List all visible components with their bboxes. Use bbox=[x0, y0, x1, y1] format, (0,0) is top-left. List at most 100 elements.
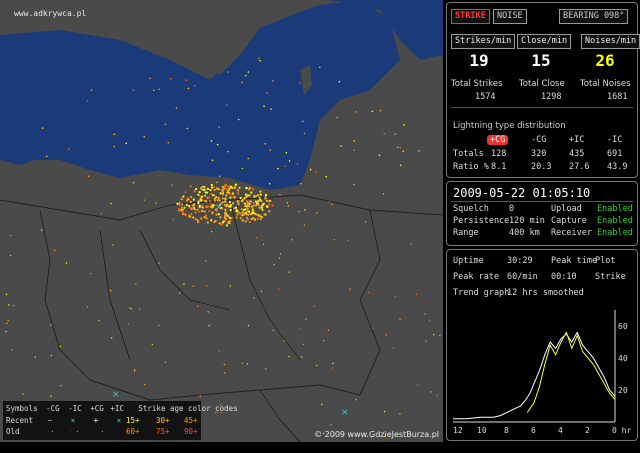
strike-point bbox=[252, 209, 255, 212]
strike-point bbox=[210, 192, 213, 196]
strike-point bbox=[223, 212, 227, 215]
noise-button[interactable]: NOISE bbox=[493, 9, 527, 24]
strike-button[interactable]: STRIKE bbox=[451, 9, 490, 24]
strike-point bbox=[279, 253, 282, 255]
strike-point bbox=[238, 212, 241, 215]
strike-point bbox=[241, 219, 244, 222]
strike-point bbox=[50, 354, 53, 357]
strike-point bbox=[402, 150, 404, 152]
legend-old-code-1: 60+ bbox=[126, 427, 140, 436]
strike-point bbox=[210, 219, 213, 222]
strike-point bbox=[196, 219, 199, 221]
strike-point bbox=[300, 183, 302, 185]
totals-nic: 691 bbox=[607, 149, 623, 159]
strike-point bbox=[430, 391, 432, 393]
strike-point bbox=[232, 193, 234, 196]
strike-point bbox=[225, 224, 229, 227]
strike-point bbox=[233, 207, 236, 210]
strike-point bbox=[236, 189, 240, 192]
strike-point bbox=[128, 307, 131, 309]
strike-point bbox=[257, 217, 260, 220]
strike-point bbox=[424, 313, 426, 315]
strike-point bbox=[256, 202, 259, 205]
strike-point bbox=[192, 198, 195, 201]
strike-point bbox=[259, 59, 261, 62]
strike-point bbox=[220, 223, 223, 226]
strike-point bbox=[258, 196, 261, 199]
strike-point bbox=[40, 229, 43, 231]
strike-point bbox=[229, 193, 232, 196]
total-strikes-value: 1574 bbox=[475, 92, 496, 102]
strike-point bbox=[287, 205, 290, 207]
strike-point bbox=[371, 110, 374, 113]
strike-point bbox=[245, 74, 247, 77]
strike-point bbox=[223, 363, 225, 366]
strike-point bbox=[194, 211, 197, 214]
strike-point bbox=[250, 191, 253, 194]
strike-point bbox=[172, 218, 175, 220]
strike-point bbox=[201, 210, 204, 213]
strike-point bbox=[215, 213, 218, 216]
strike-point bbox=[164, 361, 167, 363]
strike-point bbox=[304, 209, 306, 211]
strike-point bbox=[60, 384, 62, 387]
lightning-map[interactable]: × × × www.adkrywca.pl © 2009 www.GdzieJest… bbox=[0, 0, 443, 442]
x-tick-label: 4 bbox=[558, 426, 563, 435]
strike-point bbox=[158, 262, 160, 264]
strike-point bbox=[253, 195, 256, 198]
strike-point bbox=[100, 213, 102, 215]
strike-point bbox=[196, 208, 199, 211]
strike-point bbox=[247, 71, 250, 73]
strike-point bbox=[211, 159, 214, 161]
strike-point bbox=[394, 296, 397, 298]
map-canvas: × × × bbox=[0, 0, 443, 442]
strike-point bbox=[197, 201, 200, 205]
strike-point bbox=[237, 118, 240, 121]
strike-point bbox=[224, 197, 227, 200]
legend-type-4: +IC bbox=[110, 404, 124, 413]
strike-point bbox=[192, 206, 195, 209]
strike-point bbox=[383, 410, 386, 413]
strike-point bbox=[203, 210, 207, 213]
distribution-header-nic: -IC bbox=[607, 135, 623, 145]
noises-per-min-button[interactable]: Noises/min bbox=[581, 34, 640, 49]
cross-icon: × bbox=[215, 203, 223, 213]
strike-point bbox=[268, 203, 271, 206]
strike-point bbox=[110, 337, 113, 339]
strike-point bbox=[338, 80, 341, 83]
bearing-button[interactable]: BEARING 098° bbox=[559, 9, 629, 24]
close-per-min-button[interactable]: Close/min bbox=[517, 34, 572, 49]
strikes-per-min-button[interactable]: Strikes/min bbox=[451, 34, 516, 49]
strike-point bbox=[204, 191, 207, 194]
strike-point bbox=[346, 240, 349, 242]
strike-point bbox=[205, 214, 208, 217]
status-key: Upload bbox=[551, 204, 582, 214]
strike-point bbox=[353, 140, 356, 142]
trend-series-1 bbox=[453, 331, 616, 420]
strike-point bbox=[198, 191, 201, 194]
strike-point bbox=[264, 142, 266, 145]
strike-point bbox=[12, 304, 15, 307]
strike-point bbox=[241, 362, 244, 364]
strike-point bbox=[244, 220, 247, 223]
strike-point bbox=[231, 195, 233, 198]
strike-point bbox=[385, 334, 387, 336]
strike-point bbox=[259, 190, 262, 193]
counters-panel: STRIKE NOISE BEARING 098° Strikes/min Cl… bbox=[446, 2, 640, 178]
strike-point bbox=[259, 193, 262, 196]
strike-point bbox=[399, 164, 402, 167]
minus-icon: − bbox=[47, 416, 53, 425]
strike-point bbox=[255, 213, 258, 216]
strike-point bbox=[151, 343, 154, 346]
strikes-per-min-value: 19 bbox=[469, 51, 489, 70]
strike-point bbox=[399, 318, 401, 320]
strike-point bbox=[170, 77, 172, 80]
strike-point bbox=[224, 183, 227, 187]
strike-point bbox=[53, 249, 56, 252]
strike-point bbox=[288, 271, 290, 273]
status-key: Persistence bbox=[453, 216, 510, 226]
strike-point bbox=[248, 200, 252, 203]
rivers bbox=[99, 199, 301, 361]
strike-point bbox=[246, 363, 249, 365]
strike-point bbox=[158, 88, 161, 91]
